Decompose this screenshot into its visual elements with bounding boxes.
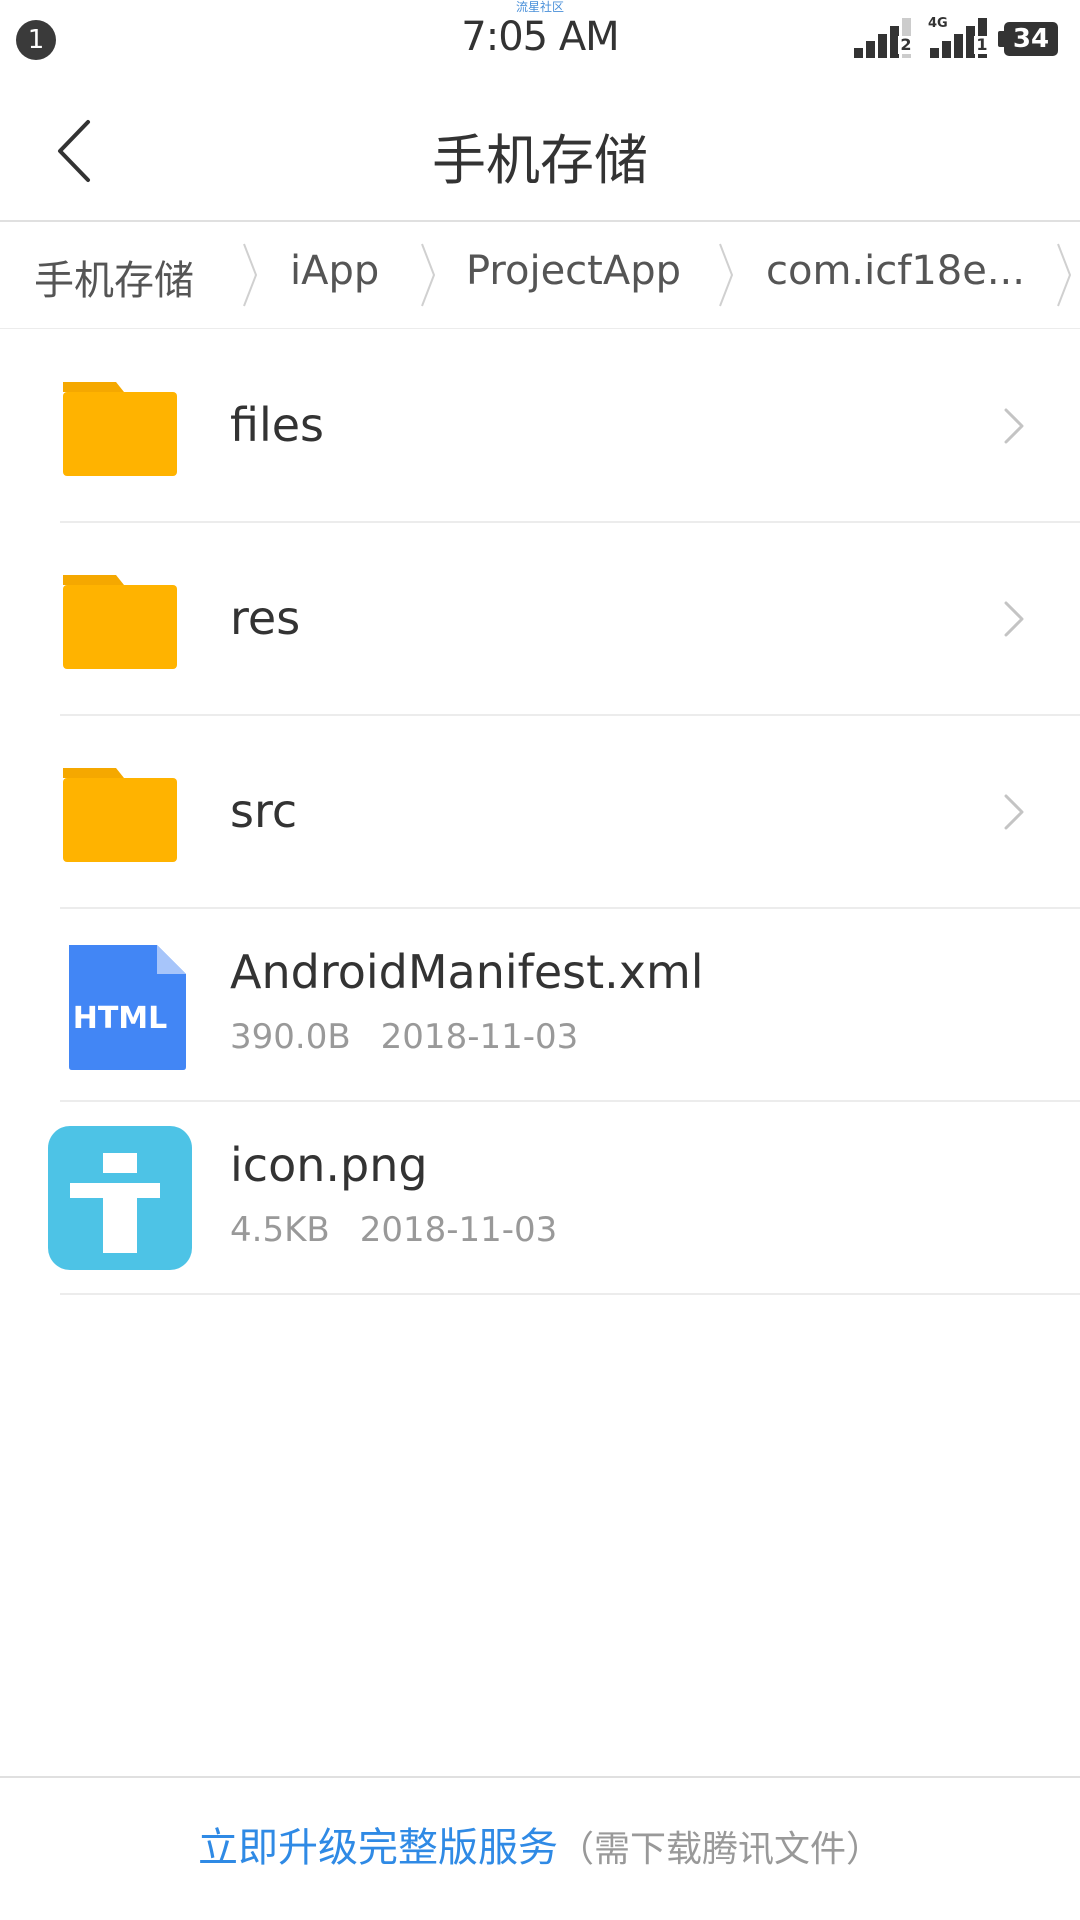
breadcrumb: 手机存储 iApp ProjectApp com.icf18e... [0,222,1080,329]
chevron-right-icon [1004,601,1024,637]
upgrade-bar: 立即升级完整版服务（需下载腾讯文件） [0,1776,1080,1920]
breadcrumb-item-package[interactable]: com.icf18e... [766,248,1025,294]
html-icon-label: HTML [73,1001,168,1036]
file-date: 2018-11-03 [359,1210,558,1250]
file-date: 2018-11-03 [380,1017,579,1057]
sim-number-label: 2 [898,36,914,54]
folder-icon [63,768,177,862]
file-name: src [230,784,298,838]
file-name: files [230,398,325,452]
page-title: 手机存储 [432,129,648,192]
image-file-icon [48,1126,192,1270]
breadcrumb-separator-icon [421,243,436,307]
file-name: icon.png [230,1138,428,1192]
chevron-right-icon [1004,794,1024,830]
file-size: 4.5KB [230,1210,330,1250]
breadcrumb-item-projectapp[interactable]: ProjectApp [466,248,681,294]
file-name: AndroidManifest.xml [230,945,704,999]
row-divider [60,1293,1080,1295]
upgrade-link[interactable]: 立即升级完整版服务 [198,1825,558,1871]
title-bar: 手机存储 [0,80,1080,222]
list-item-file-icon-png[interactable]: icon.png 4.5KB 2018-11-03 [0,1102,1080,1295]
breadcrumb-item-phone-storage[interactable]: 手机存储 [34,248,194,306]
folder-icon [63,382,177,476]
watermark-text: 流星社区 [515,0,564,14]
breadcrumb-separator-icon [1057,243,1072,307]
list-item-file-androidmanifest[interactable]: HTML AndroidManifest.xml 390.0B 2018-11-0… [0,909,1080,1102]
sim-number-label: 1 [974,36,990,54]
breadcrumb-item-iapp[interactable]: iApp [290,248,379,294]
file-size: 390.0B [230,1017,351,1057]
file-meta: 4.5KB 2018-11-03 [230,1210,557,1250]
breadcrumb-separator-icon [243,243,258,307]
list-item-folder-src[interactable]: src [0,716,1080,909]
file-name: res [230,591,301,645]
breadcrumb-separator-icon [719,243,734,307]
folder-icon [63,575,177,669]
status-bar: 流星社区 1 7:05 AM 2 4G 1 34 [0,0,1080,80]
list-item-folder-files[interactable]: files [0,330,1080,523]
status-time: 7:05 AM [461,14,619,60]
battery-icon: 34 [1004,22,1058,56]
html-file-icon: HTML [69,945,186,1070]
chevron-right-icon [1004,408,1024,444]
file-meta: 390.0B 2018-11-03 [230,1017,578,1057]
list-item-folder-res[interactable]: res [0,523,1080,716]
upgrade-note: （需下载腾讯文件） [557,1829,882,1870]
